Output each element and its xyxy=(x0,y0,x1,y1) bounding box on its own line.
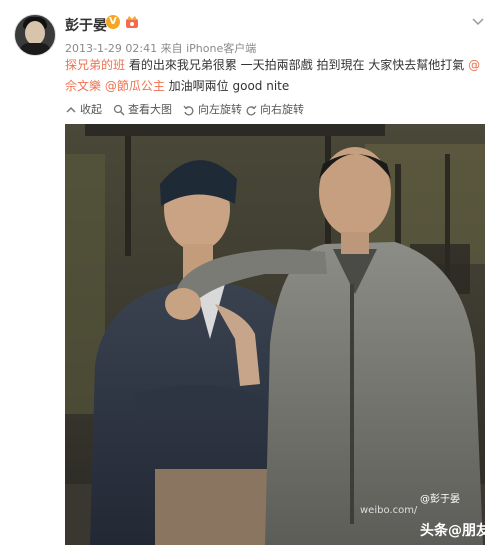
collect-button[interactable]: 收起 xyxy=(65,99,102,121)
user-name[interactable]: 彭于晏 xyxy=(65,15,107,35)
magnifier-icon xyxy=(113,104,125,116)
avatar-face xyxy=(25,21,45,45)
mention-link-2[interactable]: @節瓜公主 xyxy=(105,79,165,93)
post-body-2: 加油啊兩位 good nite xyxy=(164,79,290,93)
post-timestamp[interactable]: 2013-1-29 02:41 xyxy=(65,42,157,55)
view-large-button[interactable]: 查看大图 xyxy=(113,99,172,121)
rotate-right-label: 向右旋转 xyxy=(260,103,304,116)
post-photo[interactable] xyxy=(65,124,485,545)
post-meta: 2013-1-29 02:41 来自 iPhone客户端 xyxy=(65,40,256,56)
watermark-user: @彭于晏 xyxy=(420,494,460,505)
avatar[interactable] xyxy=(14,14,56,56)
rotate-left-button[interactable]: 向左旋转 xyxy=(183,99,242,121)
post-header: 彭于晏 V 2013-1-29 02:41 来自 iPhone客户端 xyxy=(0,0,500,62)
rotate-right-button[interactable]: 向右旋转 xyxy=(245,99,304,121)
post-text: 探兄弟的班 看的出來我兄弟很累 一天拍兩部戲 拍到現在 大家快去幫他打氣 @佘文… xyxy=(65,55,485,97)
photo-illustration xyxy=(65,124,485,545)
verified-badge-icon: V xyxy=(106,15,120,29)
rotate-right-icon xyxy=(246,105,257,116)
left-person-pants xyxy=(155,469,275,545)
view-large-label: 查看大图 xyxy=(128,103,172,116)
chevron-down-icon[interactable] xyxy=(470,14,486,30)
hand xyxy=(165,288,201,320)
post-body-1: 看的出來我兄弟很累 一天拍兩部戲 拍到現在 大家快去幫他打氣 xyxy=(125,58,469,72)
post-source: 来自 iPhone客户端 xyxy=(160,42,257,55)
collapse-icon xyxy=(66,106,76,113)
image-toolbar: 收起 查看大图 向左旋转 向右旋转 xyxy=(65,99,305,121)
crown-icon xyxy=(126,16,138,28)
collect-label: 收起 xyxy=(80,103,102,116)
rotate-left-label: 向左旋转 xyxy=(198,103,242,116)
rotate-left-icon xyxy=(183,105,194,116)
hashtag-link[interactable]: 探兄弟的班 xyxy=(65,58,125,72)
watermark-site: weibo.com/ xyxy=(360,505,418,516)
avatar-body xyxy=(19,43,51,55)
watermark-toutiao: 头条@朋友 xyxy=(420,523,490,539)
